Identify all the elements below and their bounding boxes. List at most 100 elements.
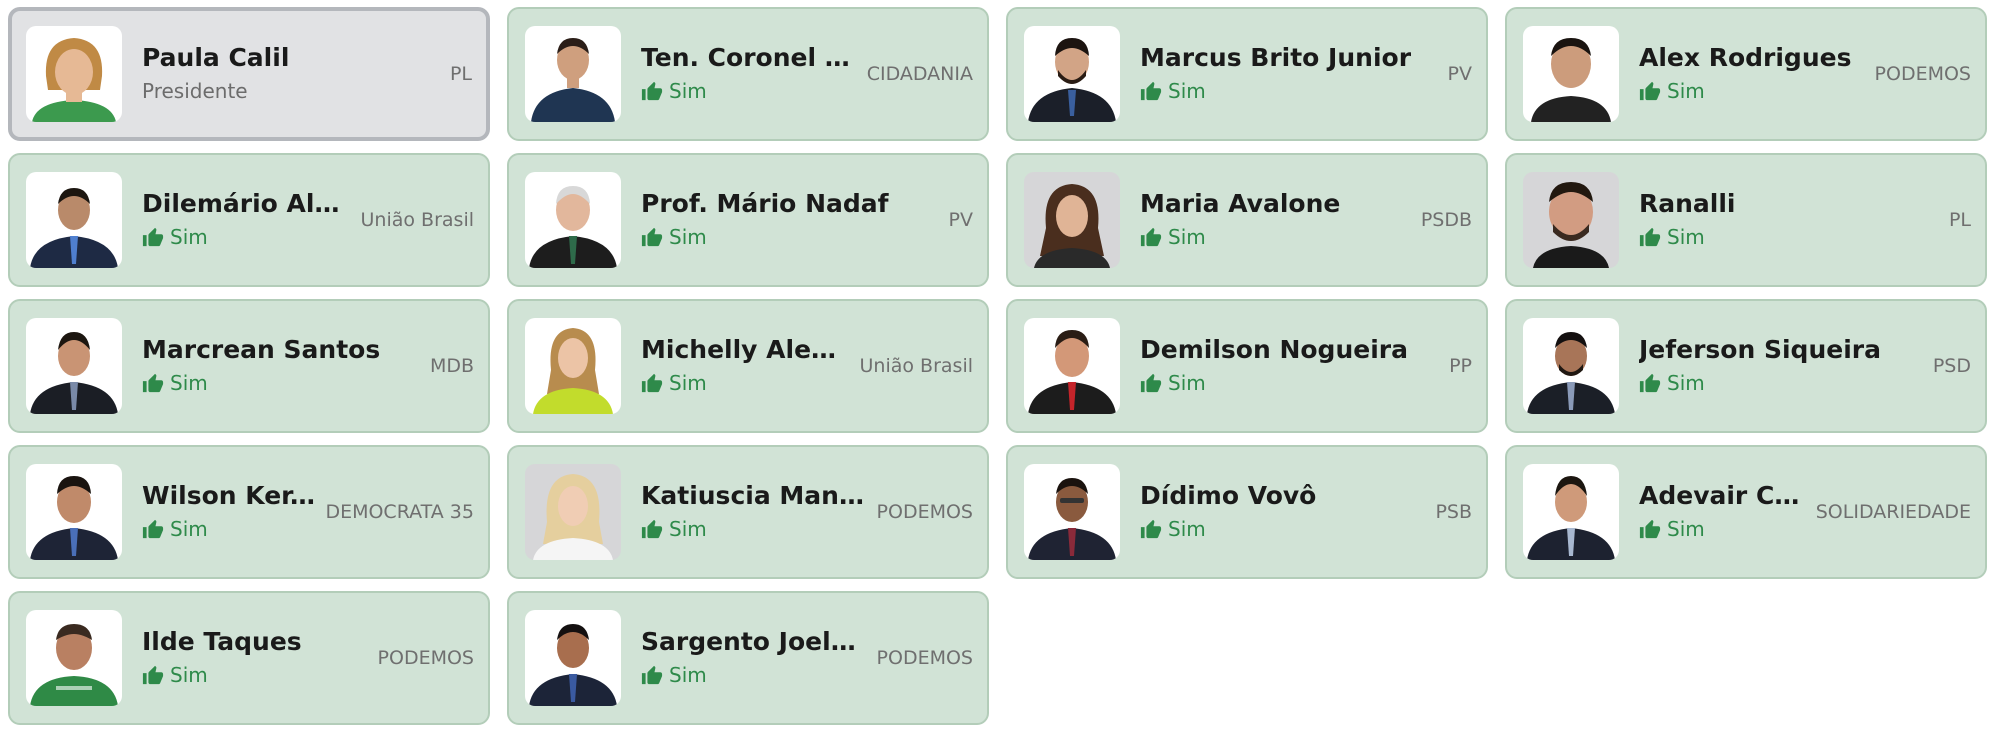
member-party: PV	[948, 209, 973, 231]
vote-status: Sim	[1140, 76, 1440, 106]
member-photo	[26, 318, 122, 414]
member-card[interactable]: Ten. Coronel D... Sim CIDADANIA	[507, 7, 989, 141]
thumbs-up-icon	[1639, 373, 1661, 393]
member-card[interactable]: Wilson Ker... Sim DEMOCRATA 35	[8, 445, 490, 579]
vote-status: Sim	[1639, 368, 1925, 398]
member-name: Wilson Ker...	[142, 481, 318, 510]
member-card[interactable]: Prof. Mário Nadaf Sim PV	[507, 153, 989, 287]
vote-status: Sim	[641, 222, 941, 252]
vote-status: Sim	[1639, 222, 1941, 252]
vote-label: Sim	[669, 517, 707, 541]
vote-label: Sim	[1667, 371, 1705, 395]
member-party: PODEMOS	[377, 647, 474, 669]
member-party: PSDB	[1420, 209, 1472, 231]
thumbs-up-icon	[641, 519, 663, 539]
member-photo	[26, 172, 122, 268]
vote-label: Sim	[1168, 225, 1206, 249]
member-name: Ilde Taques	[142, 627, 302, 656]
member-role: Presidente	[142, 79, 248, 103]
member-card[interactable]: Dilemário Ale... Sim União Brasil	[8, 153, 490, 287]
member-name: Dilemário Ale...	[142, 189, 353, 218]
member-name: Ten. Coronel D...	[641, 43, 859, 72]
member-card-president[interactable]: Paula Calil Presidente PL	[8, 7, 490, 141]
member-party: PSB	[1435, 501, 1472, 523]
member-party: PODEMOS	[1874, 63, 1971, 85]
member-card[interactable]: Adevair Ca... Sim SOLIDARIEDADE	[1505, 445, 1987, 579]
member-card[interactable]: Alex Rodrigues Sim PODEMOS	[1505, 7, 1987, 141]
member-card[interactable]: Jeferson Siqueira Sim PSD	[1505, 299, 1987, 433]
member-card[interactable]: Maria Avalone Sim PSDB	[1006, 153, 1488, 287]
member-card[interactable]: Katiuscia Manteli Sim PODEMOS	[507, 445, 989, 579]
member-party: PODEMOS	[876, 647, 973, 669]
vote-status: Sim	[1140, 368, 1441, 398]
member-card[interactable]: Dídimo Vovô Sim PSB	[1006, 445, 1488, 579]
vote-status: Sim	[1140, 514, 1427, 544]
vote-label: Sim	[1667, 79, 1705, 103]
vote-status: Sim	[142, 368, 422, 398]
thumbs-up-icon	[1639, 519, 1661, 539]
member-photo	[1024, 318, 1120, 414]
member-photo	[1024, 172, 1120, 268]
thumbs-up-icon	[142, 227, 164, 247]
vote-label: Sim	[1168, 517, 1206, 541]
vote-status: Sim	[1140, 222, 1413, 252]
member-party: PL	[1948, 209, 1971, 231]
member-photo	[1024, 26, 1120, 122]
thumbs-up-icon	[641, 81, 663, 101]
member-photo	[26, 610, 122, 706]
thumbs-up-icon	[1140, 227, 1162, 247]
vote-status: Sim	[142, 660, 370, 690]
thumbs-up-icon	[1639, 227, 1661, 247]
member-photo	[525, 26, 621, 122]
vote-status: Sim	[142, 514, 317, 544]
vote-label: Sim	[170, 517, 208, 541]
member-name: Paula Calil	[142, 43, 290, 72]
member-photo	[1024, 464, 1120, 560]
member-party: PV	[1447, 63, 1472, 85]
member-party: União Brasil	[859, 355, 973, 377]
member-card[interactable]: Sargento Joelson Sim PODEMOS	[507, 591, 989, 725]
member-card[interactable]: Marcrean Santos Sim MDB	[8, 299, 490, 433]
thumbs-up-icon	[641, 373, 663, 393]
member-name: Jeferson Siqueira	[1639, 335, 1881, 364]
member-party: DEMOCRATA 35	[325, 501, 474, 523]
member-party: PP	[1449, 355, 1472, 377]
thumbs-up-icon	[1140, 81, 1162, 101]
member-name: Dídimo Vovô	[1140, 481, 1317, 510]
member-card[interactable]: Ranalli Sim PL	[1505, 153, 1987, 287]
member-name: Marcus Brito Junior	[1140, 43, 1412, 72]
member-card[interactable]: Marcus Brito Junior Sim PV	[1006, 7, 1488, 141]
vote-label: Sim	[170, 663, 208, 687]
thumbs-up-icon	[1140, 519, 1162, 539]
vote-status: Sim	[641, 368, 852, 398]
member-party: SOLIDARIEDADE	[1815, 501, 1971, 523]
member-photo	[26, 26, 122, 122]
vote-label: Sim	[170, 225, 208, 249]
vote-label: Sim	[1168, 79, 1206, 103]
vote-label: Sim	[669, 79, 707, 103]
member-card[interactable]: Ilde Taques Sim PODEMOS	[8, 591, 490, 725]
vote-status: Sim	[641, 660, 869, 690]
member-photo	[1523, 464, 1619, 560]
member-name: Alex Rodrigues	[1639, 43, 1852, 72]
vote-status: Sim	[1639, 76, 1867, 106]
member-card[interactable]: Michelly Alencar Sim União Brasil	[507, 299, 989, 433]
vote-label: Sim	[669, 663, 707, 687]
thumbs-up-icon	[142, 373, 164, 393]
thumbs-up-icon	[142, 519, 164, 539]
member-photo	[26, 464, 122, 560]
member-card[interactable]: Demilson Nogueira Sim PP	[1006, 299, 1488, 433]
member-photo	[525, 464, 621, 560]
member-name: Adevair Ca...	[1639, 481, 1808, 510]
thumbs-up-icon	[641, 665, 663, 685]
member-name: Ranalli	[1639, 189, 1736, 218]
member-party: União Brasil	[360, 209, 474, 231]
member-name: Maria Avalone	[1140, 189, 1341, 218]
members-grid: Paula Calil Presidente PL Ten. Coronel D…	[8, 7, 1987, 725]
member-photo	[1523, 318, 1619, 414]
member-name: Demilson Nogueira	[1140, 335, 1408, 364]
member-party: PODEMOS	[876, 501, 973, 523]
vote-label: Sim	[1667, 517, 1705, 541]
thumbs-up-icon	[1140, 373, 1162, 393]
vote-label: Sim	[1168, 371, 1206, 395]
